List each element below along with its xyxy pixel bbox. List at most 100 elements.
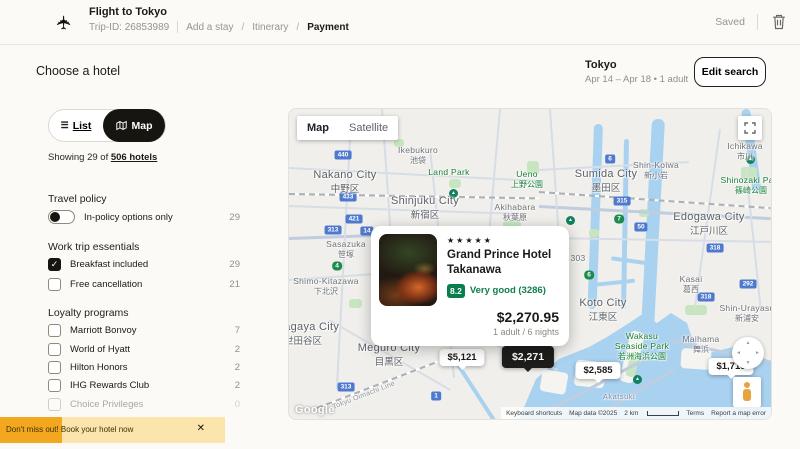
map-place-label: Ikebukuro池袋	[398, 145, 438, 166]
checkbox[interactable]	[48, 278, 61, 291]
road-shield: 6	[584, 271, 594, 280]
road-shield: 440	[335, 151, 352, 160]
road-shield: 421	[346, 215, 363, 224]
map-road	[549, 237, 771, 243]
map-place-label: Ichikawa市川	[727, 141, 762, 162]
filter-choice-privileges[interactable]: Choice Privileges 0	[48, 398, 240, 411]
report-error-link[interactable]: Report a map error	[711, 410, 766, 417]
road-shield: 7	[614, 215, 624, 224]
pegman-icon	[742, 382, 751, 401]
map-place-label: Setagaya City世田谷区	[288, 321, 339, 347]
filter-world-of-hyatt[interactable]: World of Hyatt 2	[48, 343, 240, 356]
map-canvas[interactable]: ▲ ▲ ▲ ▲ Ikebukuro池袋Nakano City中野区Shinjuk…	[288, 108, 772, 420]
road-shield: 4	[332, 262, 342, 271]
airplane-icon: ✈	[53, 15, 76, 31]
checkbox[interactable]	[48, 361, 61, 374]
road-shield: 313	[338, 383, 355, 392]
map-place-label: Shinjuku City新宿区	[391, 195, 459, 221]
filter-breakfast-included[interactable]: Breakfast included 29	[48, 258, 240, 271]
map-data-label: Map data ©2025	[569, 410, 617, 417]
filter-free-cancellation[interactable]: Free cancellation 21	[48, 278, 240, 291]
fullscreen-button[interactable]	[738, 116, 762, 140]
results-count-link[interactable]: 506 hotels	[111, 152, 157, 163]
map-attribution: Keyboard shortcuts Map data ©2025 2 km T…	[501, 407, 771, 419]
scale-label: 2 km	[624, 410, 638, 417]
pan-right-icon: ►	[755, 350, 760, 356]
map-pan-control[interactable]: ▲ ▼ ◄ ►	[732, 337, 764, 369]
checkbox[interactable]	[48, 258, 61, 271]
checkbox[interactable]	[48, 379, 61, 392]
delete-trip-button[interactable]	[770, 12, 788, 32]
map-place-label: Wakasu Seaside Park若洲海浜公園	[613, 331, 671, 362]
breadcrumb-add-a-stay[interactable]: Add a stay	[186, 22, 233, 33]
island	[539, 369, 568, 395]
map-place-label: Shinozaki Park篠崎公園	[721, 175, 772, 196]
terms-link[interactable]: Terms	[686, 410, 704, 417]
hotel-name: Grand Prince Hotel Takanawa	[447, 248, 559, 278]
map-place-label: Kasai葛西	[680, 274, 703, 295]
park	[349, 299, 362, 308]
fullscreen-icon	[744, 122, 756, 134]
street-view-pegman-button[interactable]	[733, 377, 761, 407]
hotel-stars: ★★★★★	[447, 236, 559, 245]
hotel-popup-card[interactable]: ★★★★★ Grand Prince Hotel Takanawa 8.2 Ve…	[371, 226, 569, 346]
search-summary: Tokyo Apr 14 – Apr 18 • 1 adult	[585, 59, 688, 85]
view-list-button[interactable]: ☰ List	[49, 119, 103, 133]
hotel-photo	[379, 234, 437, 306]
pan-left-icon: ◄	[736, 350, 741, 356]
hotel-occupancy: 1 adult / 6 nights	[493, 327, 559, 337]
pan-up-icon: ▲	[746, 340, 751, 346]
top-bar: ✈ Flight to Tokyo Trip-ID: 26853989 Add …	[0, 0, 800, 45]
map-place-label: Land Park	[428, 167, 469, 177]
hotel-price-marker[interactable]: $2,585	[575, 362, 620, 379]
list-icon: ☰	[61, 120, 69, 131]
road-shield: 292	[740, 280, 757, 289]
road-shield: 50	[634, 223, 647, 232]
view-toggle: ☰ List Map	[48, 109, 166, 142]
map-type-control: Map Satellite	[297, 116, 398, 140]
map-place-label: Akatsuki	[603, 392, 635, 401]
in-policy-toggle[interactable]	[48, 210, 75, 224]
promo-close-button[interactable]: ✕	[191, 422, 211, 435]
checkbox[interactable]	[48, 324, 61, 337]
hotel-price-marker[interactable]: $5,121	[439, 349, 484, 366]
loyalty-heading: Loyalty programs	[48, 307, 129, 319]
breadcrumb-payment[interactable]: Payment	[307, 22, 349, 33]
divider	[177, 21, 178, 33]
scale-bar	[647, 411, 679, 416]
in-policy-toggle-row[interactable]: In-policy options only 29	[48, 210, 240, 224]
map-type-satellite-button[interactable]: Satellite	[339, 116, 398, 140]
results-count: Showing 29 of 506 hotels	[48, 152, 157, 163]
hotel-price-marker[interactable]: $2,271	[502, 346, 554, 368]
park-pin-icon: ▲	[566, 216, 575, 225]
travel-policy-heading: Travel policy	[48, 193, 107, 205]
park	[589, 229, 599, 237]
map-place-label: Koto City江東区	[579, 297, 626, 323]
map-place-label: Shimo-Kitazawa下北沢	[293, 276, 359, 297]
keyboard-shortcuts-link[interactable]: Keyboard shortcuts	[506, 410, 562, 417]
breadcrumb-separator: /	[242, 22, 245, 33]
checkbox[interactable]	[48, 343, 61, 356]
map-place-label: Nakano City中野区	[313, 169, 376, 195]
road-shield: 315	[614, 197, 631, 206]
park	[449, 179, 461, 188]
edit-search-button[interactable]: Edit search	[694, 57, 766, 87]
breadcrumb-itinerary[interactable]: Itinerary	[252, 22, 288, 33]
app-window: ✈ Flight to Tokyo Trip-ID: 26853989 Add …	[0, 0, 800, 449]
filter-ihg-rewards-club[interactable]: IHG Rewards Club 2	[48, 379, 240, 392]
road-shield: 6	[605, 155, 615, 164]
rating-label: Very good (3286)	[470, 285, 546, 296]
road-shield: 313	[325, 226, 342, 235]
promo-banner: Don't miss out! Book your hotel now ✕	[0, 417, 225, 443]
filter-hilton-honors[interactable]: Hilton Honors 2	[48, 361, 240, 374]
view-map-button[interactable]: Map	[103, 109, 165, 142]
map-icon	[116, 120, 127, 131]
map-type-map-button[interactable]: Map	[297, 116, 339, 140]
dates-occupancy: Apr 14 – Apr 18 • 1 adult	[585, 74, 688, 85]
divider	[757, 14, 758, 30]
trip-id: Trip-ID: 26853989	[89, 22, 169, 33]
checkbox[interactable]	[48, 398, 61, 411]
filter-marriott-bonvoy[interactable]: Marriott Bonvoy 7	[48, 324, 240, 337]
trip-info: Flight to Tokyo Trip-ID: 26853989 Add a …	[89, 6, 349, 33]
map-place-label: Shin-Koiwa新小岩	[633, 160, 679, 181]
